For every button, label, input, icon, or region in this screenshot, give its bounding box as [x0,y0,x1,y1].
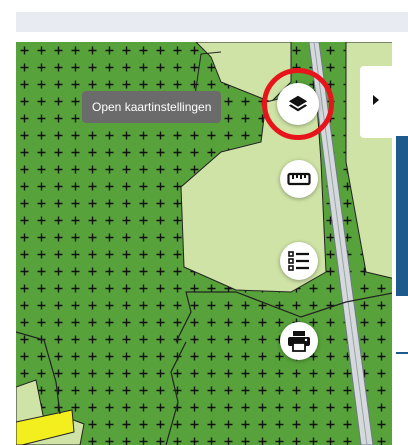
map-settings-button[interactable] [277,83,319,125]
side-panel-divider [396,352,408,354]
chevron-right-icon [372,93,380,111]
legend-list-icon [287,250,311,272]
ruler-icon [287,171,311,187]
printer-icon [287,330,311,352]
measure-button[interactable] [280,160,318,198]
layers-icon [287,93,309,115]
tooltip-map-settings: Open kaartinstellingen [82,91,222,123]
top-bar [16,12,408,32]
side-panel-accent [396,136,408,296]
legend-button[interactable] [280,242,318,280]
side-panel-toggle[interactable] [360,66,392,138]
print-button[interactable] [280,322,318,360]
